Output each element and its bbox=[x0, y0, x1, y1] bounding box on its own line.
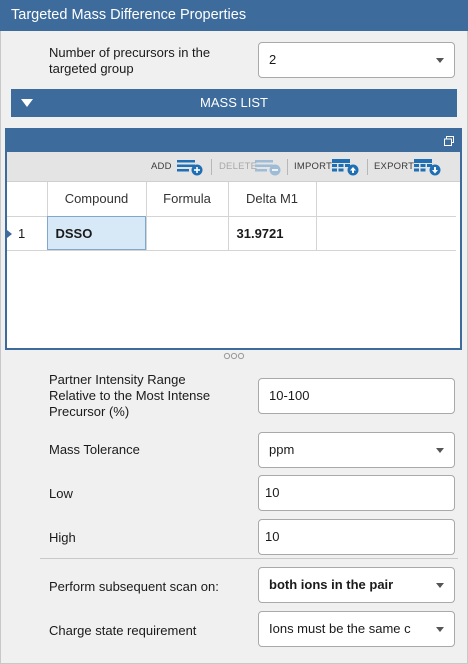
collapse-triangle-icon bbox=[21, 99, 33, 107]
low-input[interactable]: 10 bbox=[258, 475, 455, 511]
toolbar-separator bbox=[211, 159, 212, 175]
section-divider bbox=[40, 558, 458, 559]
charge-state-label: Charge state requirement bbox=[49, 623, 197, 638]
high-label: High bbox=[49, 530, 76, 545]
partner-intensity-line2: Relative to the Most Intense bbox=[49, 388, 211, 403]
cell-empty bbox=[316, 216, 456, 251]
row-indicator-cell[interactable]: 1 bbox=[7, 216, 48, 251]
import-label: IMPORT bbox=[294, 161, 332, 172]
row-indicator-header bbox=[7, 182, 48, 217]
chevron-down-icon bbox=[436, 627, 444, 632]
partner-intensity-line1: Partner Intensity Range bbox=[49, 372, 186, 387]
column-header-formula[interactable]: Formula bbox=[146, 182, 229, 217]
partner-intensity-label: Partner Intensity Range Relative to the … bbox=[49, 372, 249, 420]
chevron-down-icon bbox=[436, 583, 444, 588]
subsequent-scan-value: both ions in the pair bbox=[269, 577, 394, 592]
partner-intensity-line3: Precursor (%) bbox=[49, 404, 130, 419]
low-label: Low bbox=[49, 486, 73, 501]
mass-list-grid: ADD DELETE IMPORT EXPORT Compound Formul… bbox=[5, 128, 462, 350]
charge-state-value: Ions must be the same c bbox=[269, 621, 411, 636]
export-button[interactable]: EXPORT bbox=[374, 158, 441, 176]
cell-delta-m1[interactable]: 31.9721 bbox=[228, 216, 317, 251]
current-row-icon bbox=[7, 230, 12, 239]
splitter-grip-icon[interactable] bbox=[222, 352, 246, 360]
grid-header-bar bbox=[7, 130, 460, 152]
precursors-value: 2 bbox=[269, 52, 277, 67]
subsequent-scan-select[interactable]: both ions in the pair bbox=[258, 567, 455, 603]
mass-tolerance-value: ppm bbox=[269, 442, 295, 457]
panel-title: Targeted Mass Difference Properties bbox=[0, 0, 468, 31]
precursors-select[interactable]: 2 bbox=[258, 42, 455, 78]
chevron-down-icon bbox=[436, 448, 444, 453]
precursors-label-line2: targeted group bbox=[49, 61, 134, 76]
mass-list-table: Compound Formula Delta M1 1 DSSO 31.9721 bbox=[7, 182, 456, 251]
mass-tolerance-label: Mass Tolerance bbox=[49, 442, 140, 457]
precursors-label-line1: Number of precursors in the bbox=[49, 45, 211, 60]
column-header-empty bbox=[316, 182, 456, 217]
cell-compound[interactable]: DSSO bbox=[47, 216, 147, 251]
toolbar-separator bbox=[367, 159, 368, 175]
delete-label: DELETE bbox=[219, 161, 258, 172]
restore-window-icon[interactable] bbox=[444, 136, 454, 146]
export-label: EXPORT bbox=[374, 161, 415, 172]
row-index: 1 bbox=[18, 225, 26, 241]
add-button[interactable]: ADD bbox=[151, 158, 203, 176]
high-input[interactable]: 10 bbox=[258, 519, 455, 555]
add-label: ADD bbox=[151, 161, 172, 172]
export-icon bbox=[414, 159, 441, 176]
partner-intensity-input[interactable]: 10-100 bbox=[258, 378, 455, 414]
delete-button[interactable]: DELETE bbox=[219, 158, 281, 176]
import-button[interactable]: IMPORT bbox=[294, 158, 359, 176]
column-header-delta-m1[interactable]: Delta M1 bbox=[228, 182, 317, 217]
charge-state-select[interactable]: Ions must be the same c bbox=[258, 611, 455, 647]
add-row-icon bbox=[177, 160, 203, 176]
import-icon bbox=[332, 159, 359, 176]
column-header-compound[interactable]: Compound bbox=[47, 182, 147, 217]
chevron-down-icon bbox=[436, 58, 444, 63]
precursors-label: Number of precursors in the targeted gro… bbox=[49, 45, 249, 77]
mass-list-expander[interactable]: MASS LIST bbox=[11, 89, 457, 117]
table-row[interactable]: 1 DSSO 31.9721 bbox=[7, 216, 456, 251]
delete-row-icon bbox=[255, 160, 281, 176]
table-header-row: Compound Formula Delta M1 bbox=[7, 182, 456, 217]
subsequent-scan-label: Perform subsequent scan on: bbox=[49, 579, 219, 594]
toolbar-separator bbox=[287, 159, 288, 175]
mass-list-toolbar: ADD DELETE IMPORT EXPORT bbox=[7, 152, 460, 182]
cell-formula[interactable] bbox=[146, 216, 229, 251]
mass-list-header: MASS LIST bbox=[200, 95, 268, 110]
mass-tolerance-select[interactable]: ppm bbox=[258, 432, 455, 468]
